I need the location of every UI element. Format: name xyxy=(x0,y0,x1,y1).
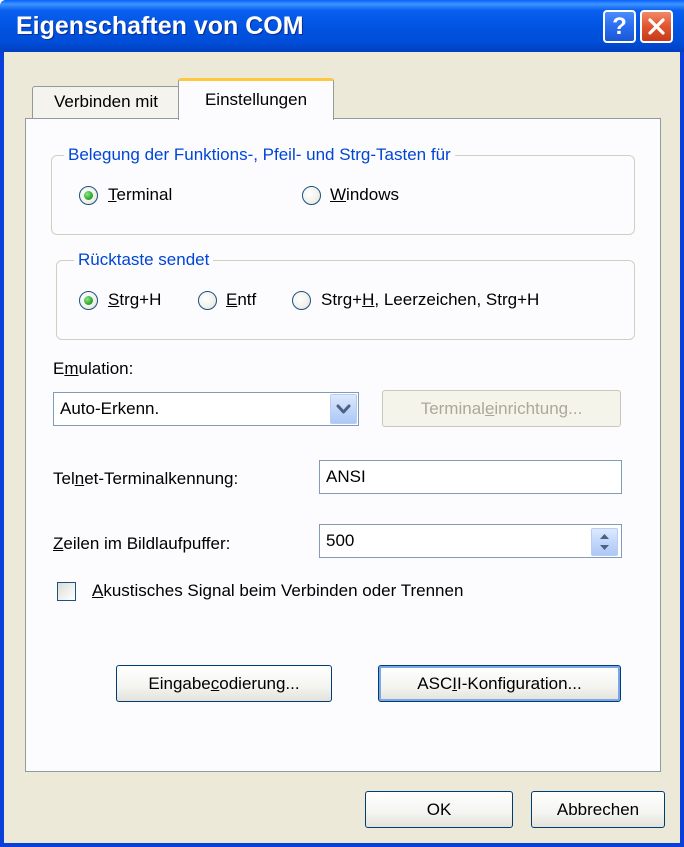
backspace-group-legend: Rücktaste sendet xyxy=(74,250,214,270)
ascii-config-button[interactable]: ASCII-Konfiguration... xyxy=(378,665,621,702)
tab-verbinden-mit[interactable]: Verbinden mit xyxy=(32,86,180,118)
emulation-select-value: Auto-Erkenn. xyxy=(60,399,160,418)
telnet-id-input[interactable]: ANSI xyxy=(319,460,622,494)
radio-strg-h-label[interactable]: Strg+H xyxy=(108,290,161,310)
cancel-button[interactable]: Abbrechen xyxy=(531,791,665,828)
radio-strg-h[interactable] xyxy=(79,291,98,310)
emulation-label: Emulation: xyxy=(53,359,134,378)
radio-terminal-label[interactable]: Terminal xyxy=(108,185,172,205)
radio-entf-label[interactable]: Entf xyxy=(226,290,256,310)
radio-windows[interactable] xyxy=(302,186,321,205)
tab-panel-einstellungen: Belegung der Funktions-, Pfeil- und Strg… xyxy=(25,118,661,772)
emulation-dropdown-button[interactable] xyxy=(330,394,357,424)
chevron-down-icon xyxy=(336,404,351,414)
spin-arrows-icon xyxy=(600,534,609,550)
scrollback-label: Zeilen im Bildlaufpuffer: xyxy=(53,534,231,553)
radio-windows-label[interactable]: Windows xyxy=(330,185,399,205)
keys-group-legend: Belegung der Funktions-, Pfeil- und Strg… xyxy=(64,145,455,165)
help-button[interactable]: ? xyxy=(603,10,636,43)
radio-strg-h-space-label[interactable]: Strg+H, Leerzeichen, Strg+H xyxy=(321,290,539,310)
title-bar[interactable]: Eigenschaften von COM ? xyxy=(0,0,684,52)
scrollback-input[interactable]: 500 xyxy=(319,524,622,558)
beep-label[interactable]: Akustisches Signal beim Verbinden oder T… xyxy=(92,581,463,601)
telnet-label: Telnet-Terminalkennung: xyxy=(53,469,239,488)
beep-checkbox[interactable] xyxy=(57,582,76,601)
window-title: Eigenschaften von COM xyxy=(16,12,304,40)
terminal-setup-button[interactable]: Terminaleinrichtung... xyxy=(382,390,621,427)
tab-einstellungen[interactable]: Einstellungen xyxy=(178,78,334,120)
scrollback-value: 500 xyxy=(326,531,355,550)
scrollback-spinner[interactable] xyxy=(591,528,618,556)
radio-strg-h-space[interactable] xyxy=(292,291,311,310)
ok-button[interactable]: OK xyxy=(365,791,513,828)
close-button[interactable] xyxy=(640,10,673,43)
radio-terminal[interactable] xyxy=(79,186,98,205)
emulation-select[interactable]: Auto-Erkenn. xyxy=(53,392,359,426)
input-encoding-button[interactable]: Eingabecodierung... xyxy=(116,665,332,702)
radio-entf[interactable] xyxy=(198,291,217,310)
close-icon xyxy=(648,18,665,35)
